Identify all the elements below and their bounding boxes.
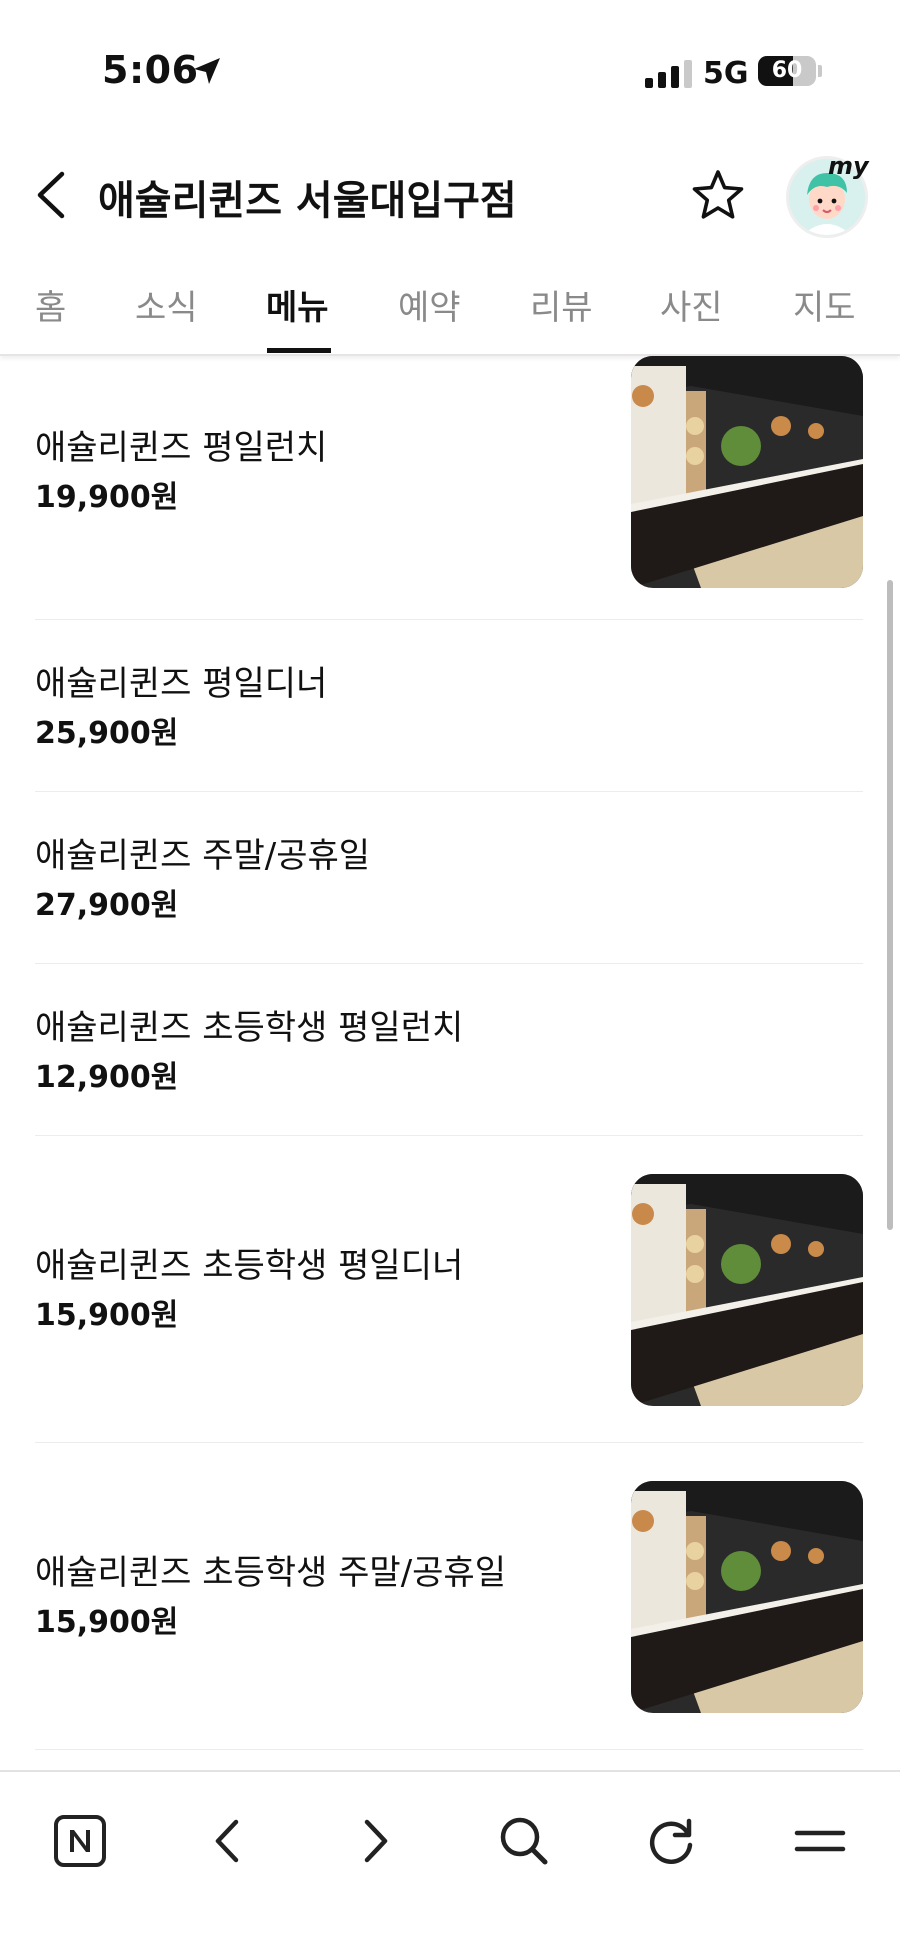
refresh-button[interactable]: [636, 1806, 706, 1876]
buffet-photo: [631, 1174, 863, 1406]
menu-item-image[interactable]: [631, 1481, 863, 1713]
back-icon[interactable]: [28, 170, 78, 220]
back-button[interactable]: [193, 1806, 263, 1876]
star-icon[interactable]: [690, 168, 746, 224]
tab-news[interactable]: 소식: [135, 280, 198, 329]
tab-photos[interactable]: 사진: [660, 280, 723, 329]
tab-reservation[interactable]: 예약: [398, 280, 461, 329]
active-tab-indicator: [267, 348, 331, 353]
menu-item-name: 애슐리퀸즈 평일런치: [35, 428, 328, 468]
menu-icon: [794, 1830, 846, 1852]
menu-item-image[interactable]: [631, 356, 863, 588]
network-type: 5G: [703, 56, 749, 91]
list-item[interactable]: 애슐리퀸즈 평일런치 19,900원: [35, 356, 863, 620]
battery-cap: [818, 65, 822, 77]
menu-item-price: 25,900원: [35, 716, 179, 751]
list-item[interactable]: 애슐리퀸즈 초등학생 주말/공휴일 15,900원: [35, 1443, 863, 1750]
menu-item-price: 27,900원: [35, 888, 179, 923]
list-item[interactable]: 애슐리퀸즈 초등학생 평일디너 15,900원: [35, 1136, 863, 1443]
menu-item-name: 애슐리퀸즈 평일디너: [35, 664, 328, 704]
menu-item-price: 15,900원: [35, 1298, 179, 1333]
tab-menu[interactable]: 메뉴: [266, 280, 329, 329]
menu-button[interactable]: [785, 1806, 855, 1876]
list-item[interactable]: 애슐리퀸즈 평일디너 25,900원: [35, 620, 863, 792]
status-time: 5:06: [102, 48, 199, 92]
search-icon: [500, 1817, 548, 1865]
menu-item-name: 애슐리퀸즈 주말/공휴일: [35, 836, 371, 876]
page-header: 애슐리퀸즈 서울대입구점 my: [0, 140, 900, 250]
refresh-icon: [649, 1818, 693, 1864]
tab-review[interactable]: 리뷰: [530, 280, 593, 329]
location-arrow-icon: [194, 58, 220, 84]
buffet-photo: [631, 356, 863, 588]
scrollbar[interactable]: [887, 580, 893, 1230]
menu-item-image[interactable]: [631, 1174, 863, 1406]
battery-icon: 60: [758, 56, 816, 86]
tab-map[interactable]: 지도: [793, 280, 856, 329]
list-item[interactable]: 애슐리퀸즈 초등학생 평일런치 12,900원: [35, 964, 863, 1136]
menu-item-name: 애슐리퀸즈 초등학생 평일디너: [35, 1246, 464, 1286]
menu-list: 애슐리퀸즈 평일런치 19,900원 애슐리퀸즈 평일디너 25,900원 애슐…: [0, 356, 900, 1770]
back-arrow-icon: [215, 1819, 239, 1863]
status-bar: 5:06 5G 60: [0, 0, 900, 140]
list-item[interactable]: 애슐리퀸즈 주말/공휴일 27,900원: [35, 792, 863, 964]
browser-toolbar: [0, 1770, 900, 1959]
menu-item-name: 애슐리퀸즈 초등학생 주말/공휴일: [35, 1553, 506, 1593]
menu-item-name: 애슐리퀸즈 초등학생 평일런치: [35, 1008, 464, 1048]
battery-percent: 60: [771, 58, 803, 83]
naver-home-button[interactable]: [45, 1806, 115, 1876]
search-button[interactable]: [489, 1806, 559, 1876]
menu-item-price: 12,900원: [35, 1060, 179, 1095]
page-title: 애슐리퀸즈 서울대입구점: [98, 178, 517, 224]
tab-bar: 홈 소식 메뉴 예약 리뷰 사진 지도: [0, 250, 900, 356]
forward-button[interactable]: [340, 1806, 410, 1876]
my-badge: my: [828, 152, 869, 180]
menu-item-price: 19,900원: [35, 480, 179, 515]
forward-arrow-icon: [364, 1819, 388, 1863]
naver-home-icon: [54, 1815, 106, 1867]
menu-item-price: 15,900원: [35, 1605, 179, 1640]
cellular-signal-icon: [645, 60, 692, 88]
tab-home[interactable]: 홈: [35, 280, 66, 329]
buffet-photo: [631, 1481, 863, 1713]
